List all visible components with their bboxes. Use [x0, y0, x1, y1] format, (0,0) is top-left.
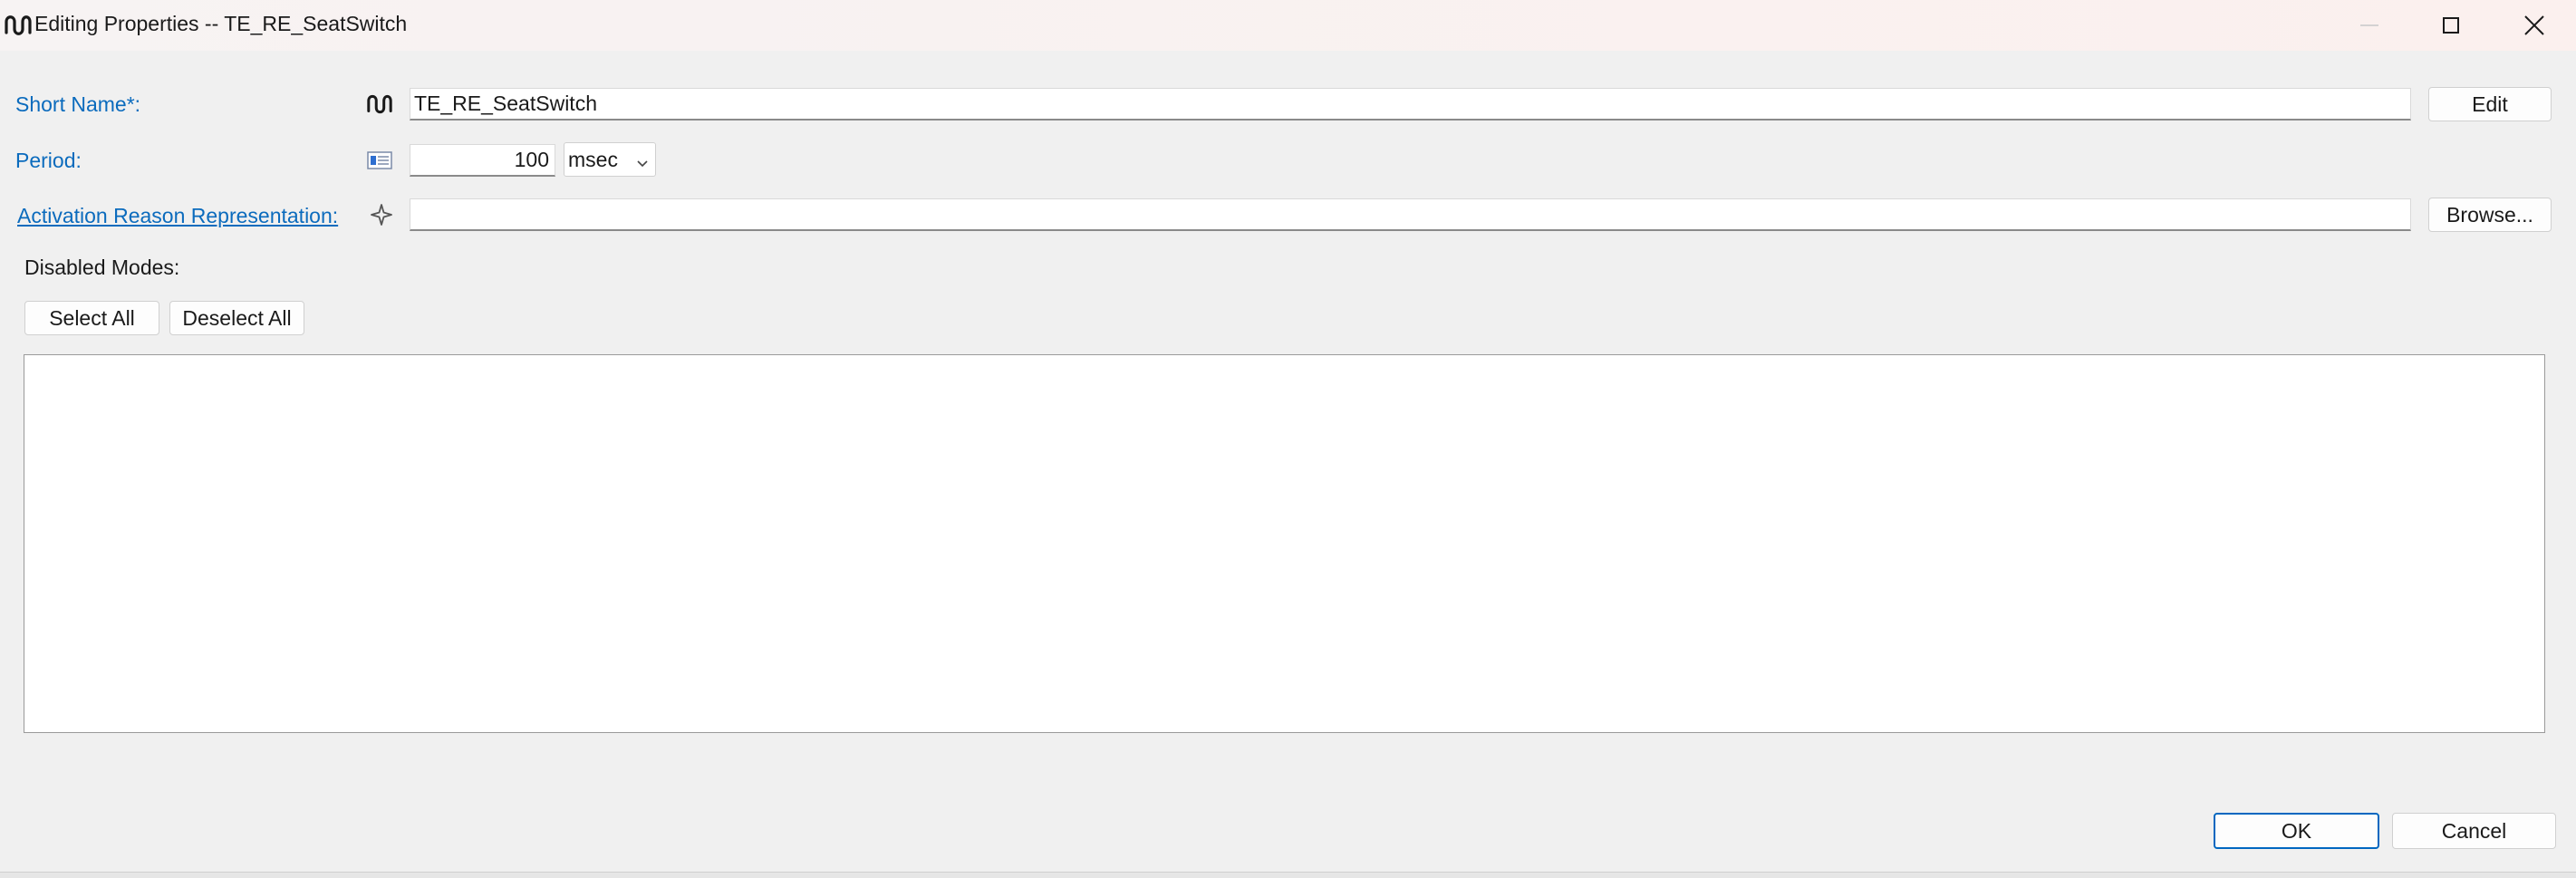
disabled-modes-label: Disabled Modes: [24, 256, 180, 279]
close-icon [2523, 14, 2546, 37]
disabled-modes-list[interactable] [24, 354, 2545, 733]
short-name-label: Short Name*: [15, 92, 141, 116]
numeric-field-icon [366, 147, 393, 174]
window-bottom-edge [0, 872, 2576, 878]
cancel-button[interactable]: Cancel [2392, 813, 2556, 849]
minimize-icon [2359, 14, 2380, 36]
close-button[interactable] [2494, 0, 2575, 51]
sparkle-icon [368, 201, 395, 228]
minimize-button[interactable] [2329, 0, 2410, 51]
maximize-icon [2440, 14, 2462, 36]
chevron-down-icon [635, 152, 650, 177]
maximize-button[interactable] [2410, 0, 2492, 51]
deselect-all-button[interactable]: Deselect All [169, 301, 304, 335]
timing-event-icon [366, 91, 393, 118]
ok-button[interactable]: OK [2214, 813, 2379, 849]
select-all-button[interactable]: Select All [24, 301, 159, 335]
edit-button[interactable]: Edit [2428, 87, 2552, 121]
activation-reason-input[interactable] [410, 198, 2411, 231]
short-name-input[interactable] [410, 88, 2411, 121]
title-bar[interactable]: Editing Properties -- TE_RE_SeatSwitch [0, 0, 2576, 51]
window-title: Editing Properties -- TE_RE_SeatSwitch [34, 12, 408, 35]
timing-event-icon [4, 11, 33, 40]
browse-button[interactable]: Browse... [2428, 198, 2552, 232]
period-unit-value: msec [568, 147, 618, 171]
period-input[interactable] [410, 144, 555, 177]
properties-dialog: Editing Properties -- TE_RE_SeatSwitch S… [0, 0, 2576, 878]
activation-reason-link[interactable]: Activation Reason Representation: [17, 204, 338, 228]
period-label: Period: [15, 149, 82, 172]
period-unit-select[interactable]: msec [564, 142, 656, 177]
